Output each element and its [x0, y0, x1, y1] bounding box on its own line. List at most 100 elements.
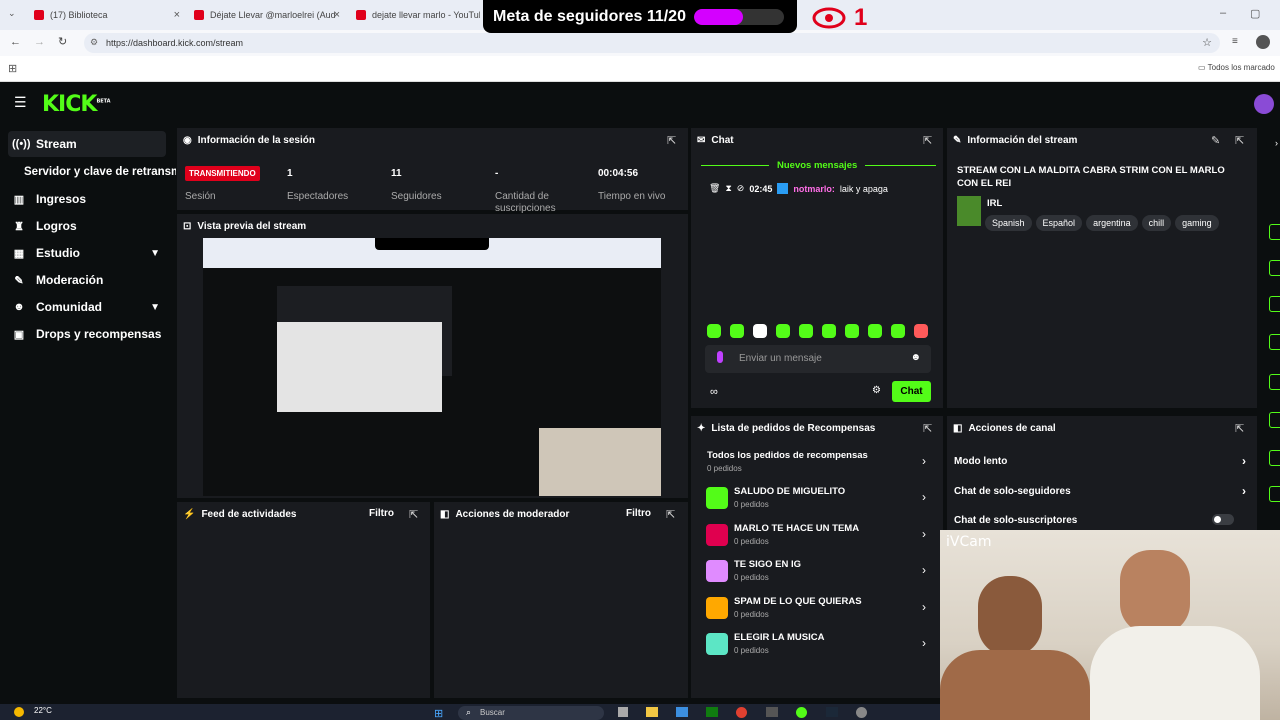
chrome-icon[interactable] — [736, 707, 747, 718]
taskview-icon[interactable] — [618, 707, 628, 717]
forward-icon[interactable]: → — [34, 36, 45, 48]
steam-icon[interactable] — [826, 707, 838, 717]
popout-icon[interactable]: ⇱ — [1235, 422, 1244, 435]
reward-row[interactable]: ELEGIR LA MUSICA 0 pedidos › — [706, 630, 926, 662]
rail-button[interactable] — [1269, 374, 1280, 390]
rail-button[interactable] — [1269, 224, 1280, 240]
emote-icon[interactable] — [753, 324, 767, 338]
emote-icon[interactable] — [845, 324, 859, 338]
reward-row[interactable]: SPAM DE LO QUE QUIERAS 0 pedidos › — [706, 594, 926, 626]
popout-icon[interactable]: ⇱ — [667, 134, 676, 147]
emote-icon[interactable] — [868, 324, 882, 338]
popout-icon[interactable]: ⇱ — [409, 508, 418, 521]
profile-avatar[interactable] — [1256, 35, 1270, 49]
sidebar-item-moderacion[interactable]: ✎ Moderación — [8, 267, 166, 293]
store-icon[interactable] — [676, 707, 688, 717]
sidebar-item-server-key[interactable]: Servidor y clave de retransm — [20, 159, 176, 185]
filter-button[interactable]: Filtro — [626, 508, 651, 519]
rail-button[interactable] — [1269, 450, 1280, 466]
emote-icon[interactable] — [914, 324, 928, 338]
chat-settings-gear-icon[interactable]: ⚙ — [872, 385, 881, 396]
reward-row[interactable]: MARLO TE HACE UN TEMA 0 pedidos › — [706, 521, 926, 553]
emote-icon[interactable] — [776, 324, 790, 338]
tag-chip[interactable]: Español — [1035, 215, 1083, 231]
send-chat-button[interactable]: Chat — [892, 381, 931, 402]
message-username[interactable]: notmarlo: — [793, 184, 835, 194]
emote-icon[interactable] — [891, 324, 905, 338]
kick-logo[interactable]: KICKBETA — [42, 92, 111, 117]
sidebar-item-estudio[interactable]: ▦ Estudio ▼ — [8, 240, 166, 266]
chat-users-icon[interactable]: ∞ — [710, 386, 718, 398]
minimize-icon[interactable]: – — [1220, 7, 1226, 19]
reward-row[interactable]: SALUDO DE MIGUELITO 0 pedidos › — [706, 484, 926, 516]
reload-icon[interactable]: ↻ — [58, 35, 67, 48]
all-bookmarks-folder[interactable]: ▭ Todos los marcado — [1198, 63, 1275, 72]
menu-icon[interactable]: ☰ — [14, 94, 27, 111]
close-tab-icon[interactable]: × — [174, 9, 180, 21]
file-explorer-icon[interactable] — [646, 707, 658, 717]
stat-value: 1 — [287, 168, 293, 179]
browser-tab-biblioteca[interactable]: (17) Biblioteca × — [26, 4, 184, 26]
browser-tab-youtube-search[interactable]: dejate llevar marlo - YouTube — [348, 4, 480, 26]
sidebar-item-drops[interactable]: ▣ Drops y recompensas — [8, 321, 166, 347]
user-avatar[interactable] — [1254, 94, 1274, 114]
followers-only-row[interactable]: Chat de solo-seguidores › — [954, 484, 1246, 506]
close-tab-icon[interactable]: × — [334, 9, 340, 21]
tag-chip[interactable]: chill — [1141, 215, 1172, 231]
rail-button[interactable] — [1269, 486, 1280, 502]
weather-temp[interactable]: 22°C — [34, 706, 52, 715]
category-thumbnail[interactable] — [957, 196, 981, 226]
obs-icon[interactable] — [796, 707, 807, 718]
microphone-icon[interactable] — [717, 351, 723, 363]
subscribers-only-toggle[interactable] — [1212, 514, 1234, 525]
tab-list-chevron-icon[interactable]: ⌄ — [8, 8, 16, 19]
timeout-icon[interactable]: ⧗ — [725, 183, 731, 194]
tag-chip[interactable]: argentina — [1086, 215, 1138, 231]
emote-icon[interactable] — [822, 324, 836, 338]
rail-button[interactable] — [1269, 334, 1280, 350]
taskbar-search[interactable]: ⌕ Buscar — [458, 706, 604, 720]
rail-button[interactable] — [1269, 260, 1280, 276]
slow-mode-row[interactable]: Modo lento › — [954, 454, 1246, 476]
rail-chevron-icon[interactable]: › — [1275, 138, 1278, 148]
edit-pencil-icon[interactable]: ✎ — [1211, 134, 1220, 147]
popout-icon[interactable]: ⇱ — [923, 422, 932, 435]
app-icon[interactable] — [856, 707, 867, 718]
emote-icon[interactable] — [707, 324, 721, 338]
sidebar-item-stream[interactable]: ((•)) Stream — [8, 131, 166, 157]
delete-icon[interactable]: 🗑 — [709, 183, 720, 194]
sidebar-item-comunidad[interactable]: ☻ Comunidad ▼ — [8, 294, 166, 320]
emote-icon[interactable] — [799, 324, 813, 338]
windows-start-icon[interactable]: ⊞ — [434, 707, 443, 720]
rail-button[interactable] — [1269, 296, 1280, 312]
sidebar-item-logros[interactable]: ♜ Logros — [8, 213, 166, 239]
media-controls-icon[interactable]: ≡ — [1232, 36, 1238, 47]
reward-row[interactable]: TE SIGO EN IG 0 pedidos › — [706, 557, 926, 589]
popout-icon[interactable]: ⇱ — [923, 134, 932, 147]
all-rewards-row[interactable]: Todos los pedidos de recompensas 0 pedid… — [706, 448, 926, 480]
site-info-icon[interactable]: ⚙ — [90, 37, 98, 48]
emote-icon[interactable] — [730, 324, 744, 338]
emoji-icon[interactable]: ☻ — [910, 352, 921, 363]
tag-chip[interactable]: Spanish — [985, 215, 1032, 231]
category-name[interactable]: IRL — [987, 198, 1002, 209]
sidebar-item-ingresos[interactable]: ▥ Ingresos — [8, 186, 166, 212]
browser-tab-dejate-llevar[interactable]: Déjate Llevar @marloelrei (Aud × — [186, 4, 344, 26]
bookmark-star-icon[interactable]: ☆ — [1202, 36, 1212, 49]
popout-icon[interactable]: ⇱ — [666, 508, 675, 521]
chat-message-input[interactable]: Enviar un mensaje ☻ — [705, 345, 931, 373]
tag-chip[interactable]: gaming — [1175, 215, 1219, 231]
maximize-icon[interactable]: ▢ — [1250, 7, 1260, 20]
filter-button[interactable]: Filtro — [369, 508, 394, 519]
popout-icon[interactable]: ⇱ — [1235, 134, 1244, 147]
apps-grid-icon[interactable]: ⊞ — [8, 62, 17, 75]
preview-goal-thumbnail — [375, 238, 489, 250]
rail-button[interactable] — [1269, 412, 1280, 428]
goal-progress-bar — [693, 8, 784, 25]
stream-preview-video[interactable] — [203, 238, 661, 496]
url-input[interactable]: ⚙ https://dashboard.kick.com/stream ☆ — [84, 33, 1220, 53]
app-icon[interactable] — [766, 707, 778, 717]
back-icon[interactable]: ← — [10, 36, 21, 48]
xbox-icon[interactable] — [706, 707, 718, 717]
ban-icon[interactable]: ⊘ — [737, 183, 745, 194]
